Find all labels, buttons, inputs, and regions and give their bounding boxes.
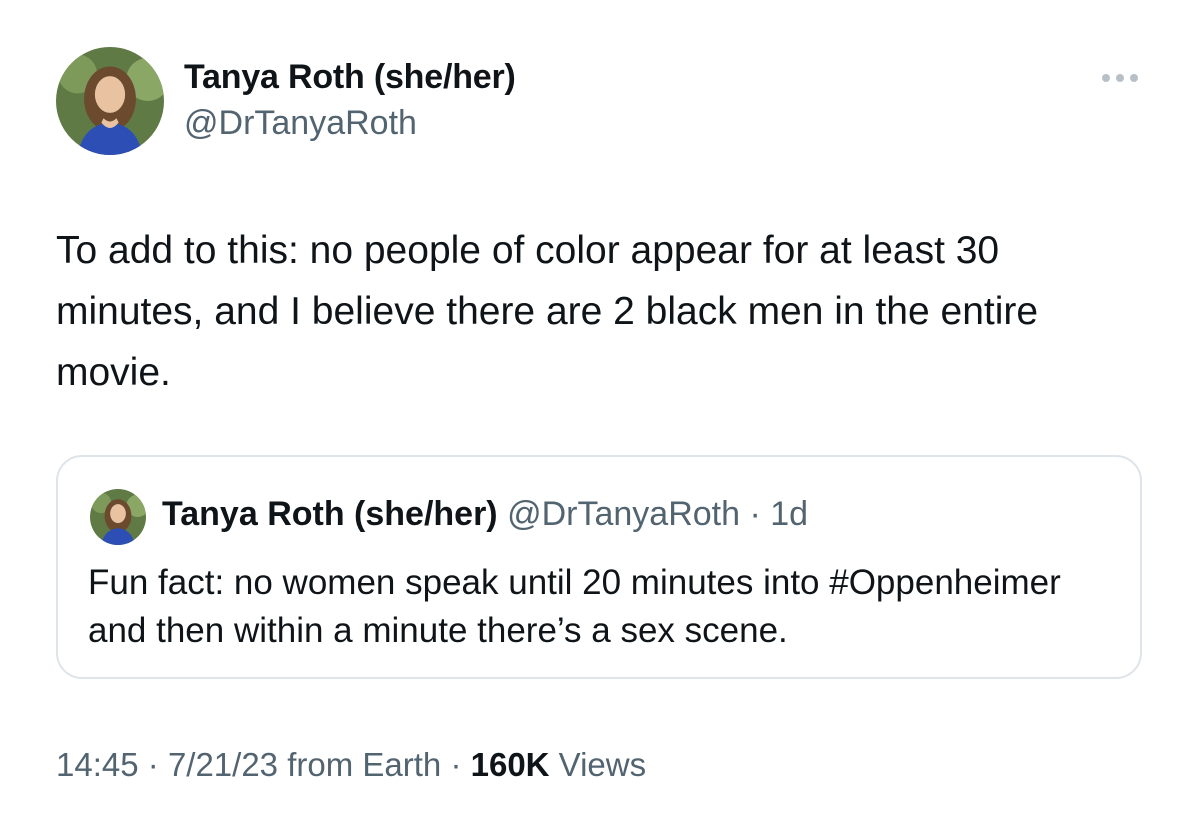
- author-handle[interactable]: @DrTanyaRoth: [184, 104, 417, 143]
- quoted-tweet-time[interactable]: 1d: [770, 495, 808, 533]
- tweet-source: from Earth: [287, 746, 442, 783]
- more-options-button[interactable]: [1090, 62, 1150, 94]
- profile-photo-icon: [56, 47, 164, 155]
- views-label: Views: [558, 746, 647, 783]
- profile-photo-icon: [90, 489, 146, 545]
- tweet-text: To add to this: no people of color appea…: [56, 229, 1039, 394]
- tweet-time[interactable]: 14:45: [56, 746, 139, 783]
- quoted-author-handle[interactable]: @DrTanyaRoth: [507, 495, 740, 533]
- views-count: 160K: [470, 746, 550, 783]
- quoted-tweet-header: Tanya Roth (she/her) @DrTanyaRoth · 1d: [162, 495, 808, 534]
- author-avatar[interactable]: [56, 47, 164, 155]
- quoted-tweet-card[interactable]: Tanya Roth (she/her) @DrTanyaRoth · 1d F…: [56, 455, 1142, 679]
- separator: ·: [450, 746, 462, 783]
- separator: ·: [147, 746, 159, 783]
- author-display-name[interactable]: Tanya Roth (she/her): [184, 58, 516, 97]
- quoted-author-avatar[interactable]: [90, 489, 146, 545]
- tweet-meta: 14:45 · 7/21/23 from Earth · 160K Views: [56, 746, 646, 784]
- separator: ·: [749, 495, 761, 533]
- tweet-date[interactable]: 7/21/23: [168, 746, 278, 783]
- tweet: Tanya Roth (she/her) @DrTanyaRoth To add…: [0, 0, 1200, 815]
- more-horizontal-icon: [1102, 74, 1110, 82]
- quoted-author-name[interactable]: Tanya Roth (she/her): [162, 495, 498, 533]
- quoted-tweet-text: Fun fact: no women speak until 20 minute…: [88, 563, 1061, 650]
